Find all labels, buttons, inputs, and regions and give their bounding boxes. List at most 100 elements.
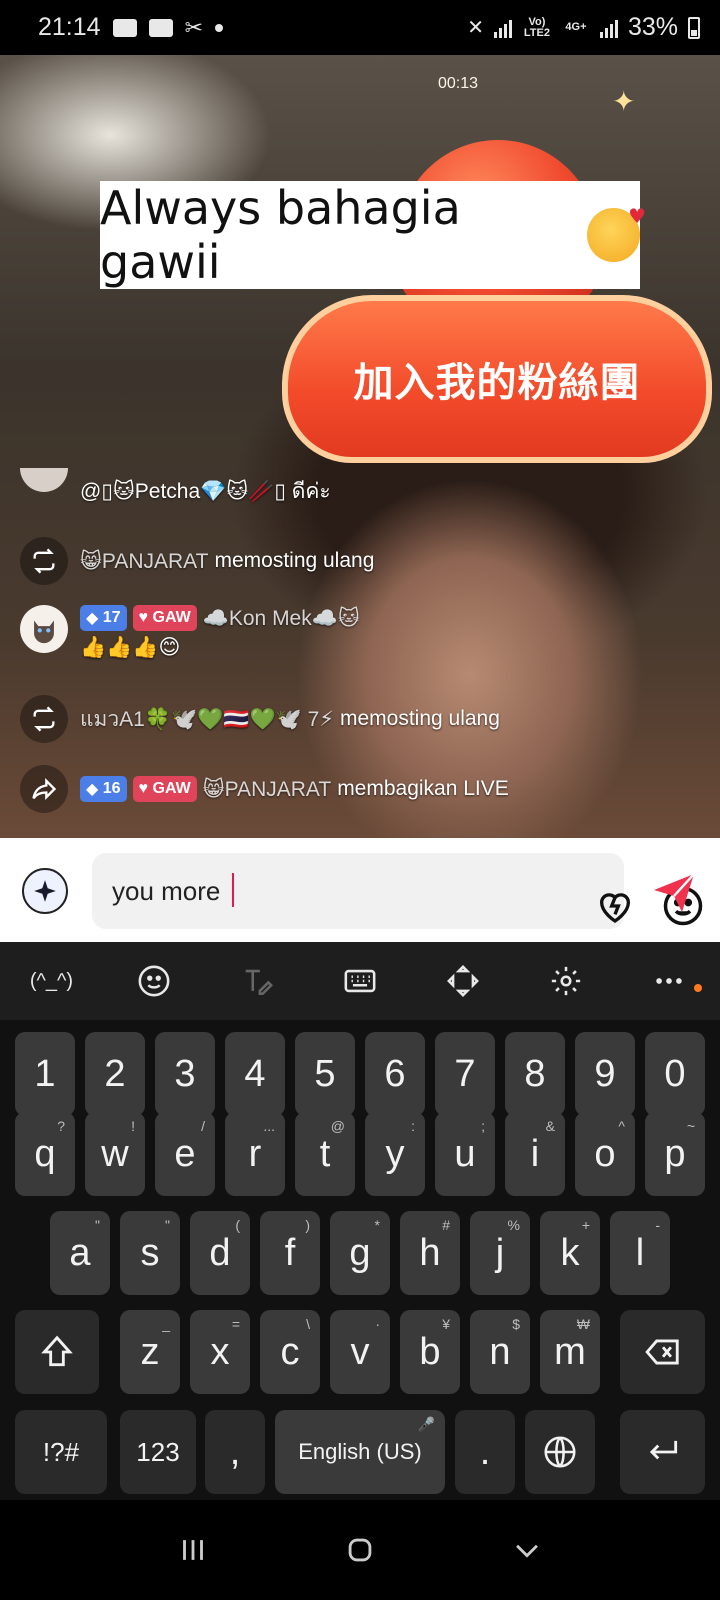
sparkle-ai-icon[interactable] bbox=[22, 868, 68, 914]
key-u[interactable]: u; bbox=[435, 1112, 495, 1196]
handwriting-icon[interactable] bbox=[206, 964, 309, 998]
key-8[interactable]: 8 bbox=[505, 1032, 565, 1116]
backspace-key[interactable] bbox=[620, 1310, 705, 1394]
key-1[interactable]: 1 bbox=[15, 1032, 75, 1116]
event-text: memosting ulang bbox=[214, 549, 375, 572]
key-t[interactable]: t @ bbox=[295, 1112, 355, 1196]
key-r[interactable]: r... bbox=[225, 1112, 285, 1196]
key-o[interactable]: o ^ bbox=[575, 1112, 635, 1196]
key-a[interactable]: a " bbox=[50, 1211, 110, 1295]
shift-key[interactable] bbox=[15, 1310, 99, 1394]
key-5[interactable]: 5 bbox=[295, 1032, 355, 1116]
comment-composer bbox=[0, 838, 720, 942]
emoji-icon[interactable] bbox=[103, 964, 206, 998]
caption-text: Always bahagia gawii bbox=[100, 181, 461, 289]
keyboard-icon[interactable] bbox=[309, 964, 412, 998]
key-7[interactable]: 7 bbox=[435, 1032, 495, 1116]
fan-badge: ♥ GAW bbox=[132, 776, 197, 802]
back-chevron-icon[interactable] bbox=[497, 1520, 557, 1580]
cat-avatar[interactable] bbox=[20, 605, 68, 653]
mic-icon: 🎤 bbox=[417, 1416, 435, 1432]
cursor-move-icon[interactable] bbox=[411, 964, 514, 998]
key-0[interactable]: 0 bbox=[645, 1032, 705, 1116]
key-k[interactable]: k + bbox=[540, 1211, 600, 1295]
gift-timer: 00:13 bbox=[438, 75, 479, 92]
heart-outline-icon[interactable] bbox=[594, 886, 636, 926]
status-bar: 21:14 ✂ ✕ Vo) LTE2 4G+ 33% bbox=[0, 0, 720, 55]
key-y[interactable]: y: bbox=[365, 1112, 425, 1196]
key-e[interactable]: e / bbox=[155, 1112, 215, 1196]
key-9[interactable]: 9 bbox=[575, 1032, 635, 1116]
username[interactable]: แมวA1🍀🕊️💚🇹🇭💚🕊️ 7⚡ bbox=[80, 703, 334, 736]
key-3[interactable]: 3 bbox=[155, 1032, 215, 1116]
home-icon[interactable] bbox=[330, 1520, 390, 1580]
keyboard-toolbar: (^_^) bbox=[0, 942, 720, 1020]
key-l[interactable]: l- bbox=[610, 1211, 670, 1295]
key-d[interactable]: d( bbox=[190, 1211, 250, 1295]
username[interactable]: ☁️Kon Mek☁️🐱 bbox=[203, 606, 360, 631]
username[interactable]: 😸PANJARAT bbox=[203, 777, 331, 802]
key-4[interactable]: 4 bbox=[225, 1032, 285, 1116]
key-m[interactable]: m ₩ bbox=[540, 1310, 600, 1394]
user-avatar[interactable] bbox=[20, 467, 68, 492]
send-icon[interactable] bbox=[650, 868, 698, 916]
username[interactable]: 😸PANJARAT bbox=[80, 549, 208, 574]
key-h[interactable]: h # bbox=[400, 1211, 460, 1295]
enter-key[interactable] bbox=[620, 1410, 705, 1494]
repost-item: 😸PANJARAT memosting ulang bbox=[20, 537, 374, 585]
key-v[interactable]: v · bbox=[330, 1310, 390, 1394]
fan-badge: ♥ GAW bbox=[132, 605, 197, 631]
numbers-key[interactable]: 123 bbox=[120, 1410, 196, 1494]
signal-icon bbox=[493, 18, 512, 38]
battery-percent: 33% bbox=[627, 13, 678, 41]
symbols-key[interactable]: !?# bbox=[15, 1410, 107, 1494]
comment-item[interactable]: @▯🐱Petcha💎🐱🥢▯ ดีค่ะ bbox=[20, 467, 331, 508]
capcut-icon: ✂ bbox=[184, 14, 203, 40]
system-nav-bar bbox=[0, 1500, 720, 1600]
more-icon[interactable] bbox=[617, 964, 720, 998]
mute-vibrate-icon: ✕ bbox=[467, 17, 484, 39]
key-p[interactable]: p ~ bbox=[645, 1112, 705, 1196]
key-6[interactable]: 6 bbox=[365, 1032, 425, 1116]
battery-icon bbox=[688, 16, 700, 39]
comment-text: 👍👍👍😊 bbox=[80, 636, 181, 659]
key-c[interactable]: c \ bbox=[260, 1310, 320, 1394]
status-time: 21:14 bbox=[38, 13, 101, 41]
repost-item: แมวA1🍀🕊️💚🇹🇭💚🕊️ 7⚡ memosting ulang bbox=[20, 695, 500, 743]
notification-dot-icon bbox=[215, 23, 223, 32]
key-2[interactable]: 2 bbox=[85, 1032, 145, 1116]
key-w[interactable]: w! bbox=[85, 1112, 145, 1196]
video-camera-icon bbox=[112, 18, 137, 37]
key-i[interactable]: i & bbox=[505, 1112, 565, 1196]
comment-item[interactable]: ◆ 17 ♥ GAW ☁️Kon Mek☁️🐱 👍👍👍😊 bbox=[20, 605, 366, 660]
comment-input[interactable] bbox=[112, 873, 472, 909]
language-globe-key[interactable] bbox=[525, 1410, 595, 1494]
live-video[interactable]: 00:13 ✦ 加入我的粉絲團 Always bahagia gawii @▯🐱… bbox=[0, 55, 720, 838]
join-fan-club-banner[interactable]: 加入我的粉絲團 bbox=[282, 295, 712, 463]
comment-text: @▯🐱Petcha💎🐱🥢▯ ดีค่ะ bbox=[80, 480, 331, 503]
key-q[interactable]: q? bbox=[15, 1112, 75, 1196]
kaomoji-button[interactable]: (^_^) bbox=[0, 970, 103, 993]
comment-input-container[interactable] bbox=[92, 853, 703, 929]
key-s[interactable]: s " bbox=[120, 1211, 180, 1295]
key-j[interactable]: j% bbox=[470, 1211, 530, 1295]
recent-apps-icon[interactable] bbox=[163, 1520, 223, 1580]
volte-label: Vo) LTE2 bbox=[523, 15, 550, 39]
key-x[interactable]: x = bbox=[190, 1310, 250, 1394]
key-z[interactable]: z _ bbox=[120, 1310, 180, 1394]
event-text: memosting ulang bbox=[340, 707, 500, 730]
comma-key[interactable]: , bbox=[205, 1410, 265, 1494]
key-b[interactable]: b ¥ bbox=[400, 1310, 460, 1394]
settings-gear-icon[interactable] bbox=[514, 964, 617, 998]
share-item: ◆ 16 ♥ GAW 😸PANJARAT membagikan LIVE bbox=[20, 765, 509, 813]
space-key[interactable]: English (US) 🎤 bbox=[275, 1410, 445, 1494]
level-badge: ◆ 17 bbox=[80, 605, 127, 631]
key-n[interactable]: n $ bbox=[470, 1310, 530, 1394]
event-text: membagikan LIVE bbox=[337, 777, 509, 800]
keyboard: 1 2 3 4 5 6 7 8 9 0 q? w! e / r... t @ y: … bbox=[0, 1020, 720, 1500]
key-g[interactable]: g * bbox=[330, 1211, 390, 1295]
text-caret bbox=[232, 873, 234, 907]
repost-icon bbox=[20, 537, 68, 585]
period-key[interactable]: . bbox=[455, 1410, 515, 1494]
key-f[interactable]: f) bbox=[260, 1211, 320, 1295]
